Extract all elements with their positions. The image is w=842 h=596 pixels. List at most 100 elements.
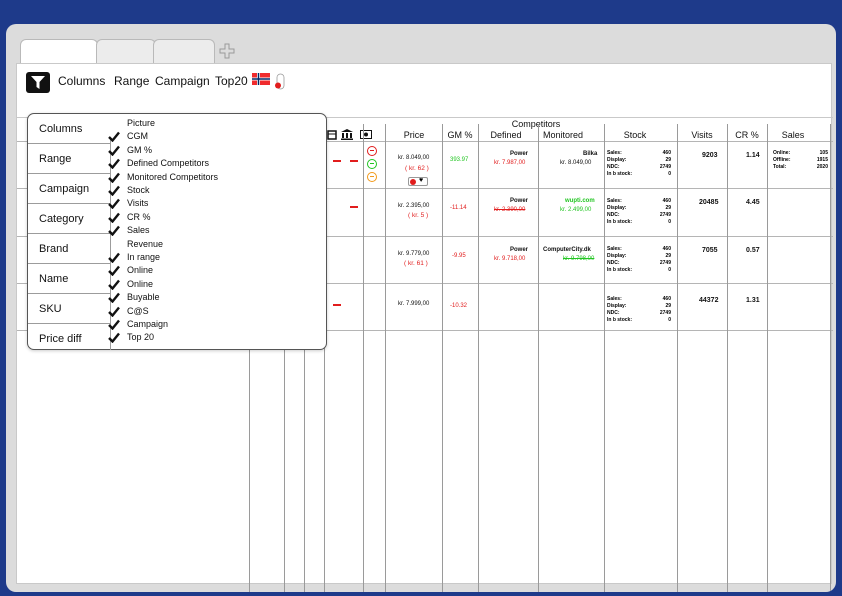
filter-menu-columns[interactable]: Columns [28,114,111,144]
column-option[interactable]: Picture [127,117,155,130]
column-option[interactable]: Sales [108,224,150,237]
checkmark-icon [108,333,120,344]
checkmark-icon [108,292,120,304]
col-line [538,124,539,592]
main-page: Columns Range Campaign Top20 Price GM % … [16,63,833,592]
minus-circle-red-icon[interactable] [367,146,377,156]
filter-button[interactable] [26,72,50,93]
browser-tab-active[interactable] [20,39,98,64]
filter-menu-brand[interactable]: Brand [28,234,111,264]
browser-tab[interactable] [153,39,215,63]
toolbar-columns[interactable]: Columns [58,74,105,88]
minus-circle-green-icon[interactable] [367,159,377,169]
column-option-label: Top 20 [127,332,155,343]
header-competitors: Competitors [511,119,561,129]
new-tab-plus-icon[interactable] [217,41,237,61]
cr-value: 1.31 [746,297,760,304]
column-option[interactable]: CR % [108,211,151,224]
defined-competitor: Power [510,151,529,157]
gm-value: -11.14 [450,205,467,211]
checkmark-icon [108,199,120,210]
column-option[interactable]: Online [108,278,153,291]
price-value: kr. 8.049,00 [398,155,430,161]
column-option[interactable]: Defined Competitors [108,157,209,170]
defined-price: kr. 7.987,00 [494,160,526,166]
toolbar-range[interactable]: Range [114,74,149,88]
column-option[interactable]: CGM [108,130,148,143]
columns-dropdown: Columns Range Campaign Category Brand Na… [27,113,327,350]
cash-icon [360,130,372,139]
defined-competitor: Power [510,198,529,204]
column-option[interactable]: GM % [108,144,152,157]
header-sales[interactable]: Sales [769,130,817,140]
column-option[interactable]: Visits [108,197,148,210]
header-stock[interactable]: Stock [605,130,665,140]
column-option[interactable]: Stock [108,184,150,197]
column-option[interactable]: Buyable [108,291,160,304]
header-price[interactable]: Price [394,130,434,140]
norway-flag-icon[interactable] [252,73,270,85]
filter-menu-price-diff[interactable]: Price diff [28,324,111,354]
stock-table: Sales: 460 Display: 29 NDC: 2749 In b stock… [607,296,671,323]
column-option[interactable]: Online [108,264,153,277]
toggle-switch-icon[interactable] [275,73,285,90]
price-value: kr. 9.779,00 [398,251,430,257]
column-option-label: CR % [127,211,151,222]
checkmark-icon [108,319,120,330]
price-diff: ( kr. 62 ) [405,165,429,172]
defined-price: kr. 9.718,00 [494,256,526,262]
checkmark-icon [108,279,120,290]
col-line [767,124,768,592]
price-value: kr. 2.395,00 [398,203,430,209]
sales-table: Online: 105 Offline: 1915 Total: 2020 [773,150,828,170]
flag-red-dash [333,304,341,306]
monitored-price: kr. 2.499,00 [560,207,592,213]
defined-competitor: Power [510,247,529,253]
heart-icon: ♥ [419,177,424,184]
checkmark-icon [108,132,120,143]
column-option-label: Picture [127,118,156,128]
toolbar-top20[interactable]: Top20 [215,74,248,88]
column-option[interactable]: Monitored Competitors [108,171,219,184]
price-badges[interactable]: ♥ [408,177,428,186]
checkmark-icon [108,172,120,183]
monitored-price: kr. 9.798,00 [563,256,595,262]
price-diff: ( kr. 5 ) [408,212,429,219]
header-gm[interactable]: GM % [443,130,477,140]
monitored-competitor: ComputerCity.dk [543,247,591,253]
header-visits[interactable]: Visits [678,130,726,140]
checkmark-icon [108,306,120,317]
column-option-label: Monitored Competitors [127,171,219,182]
col-line [442,124,443,592]
column-option[interactable]: In range [108,251,160,264]
gm-value: 393.97 [450,157,469,163]
col-line [478,124,479,592]
monitored-competitor: Bilka [583,151,598,157]
toolbar-campaign[interactable]: Campaign [155,74,210,88]
header-monitored[interactable]: Monitored [533,130,593,140]
col-line [385,124,386,592]
flag-red-dash [350,206,358,208]
filter-menu-range[interactable]: Range [28,144,111,174]
column-option[interactable]: Top 20 [108,331,155,344]
column-option[interactable]: Revenue [127,238,163,251]
filter-menu-category[interactable]: Category [28,204,111,234]
stock-table: Sales: 460 Display: 29 NDC: 2749 In b stock… [607,246,671,273]
filter-menu-sku[interactable]: SKU [28,294,111,324]
stock-table: Sales: 460 Display: 29 NDC: 2749 In b stock… [607,198,671,225]
app-window: Columns Range Campaign Top20 Price GM % … [6,24,836,592]
visits-value: 9203 [702,152,718,159]
column-option[interactable]: C@S [108,305,149,318]
col-line [604,124,605,592]
filter-menu-name[interactable]: Name [28,264,111,294]
filter-menu-campaign[interactable]: Campaign [28,174,111,204]
column-option-label: C@S [127,305,149,316]
checkmark-icon [108,158,120,170]
flag-red-dash [350,160,358,162]
checkmark-icon [108,212,120,223]
header-defined[interactable]: Defined [480,130,532,140]
minus-circle-orange-icon[interactable] [367,172,377,182]
browser-tab[interactable] [96,39,156,63]
header-cr[interactable]: CR % [728,130,766,140]
column-option[interactable]: Campaign [108,318,168,331]
